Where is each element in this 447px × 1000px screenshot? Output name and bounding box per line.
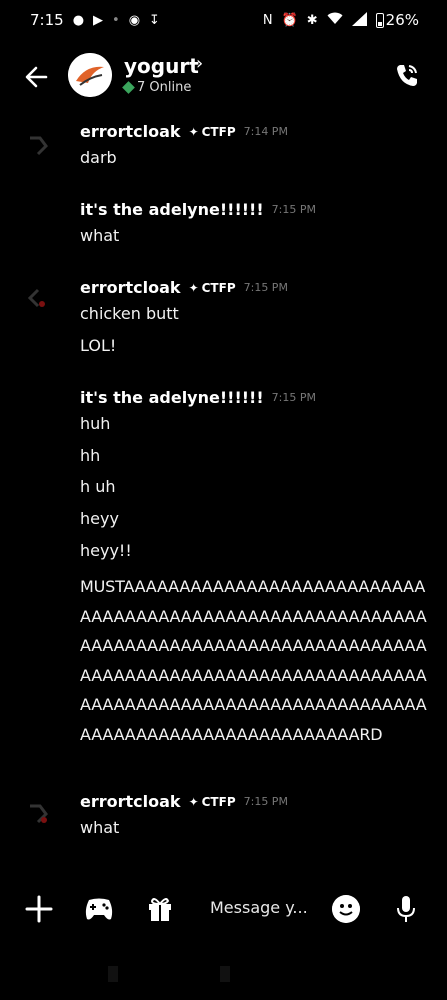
timestamp: 7:15 PM (271, 203, 316, 216)
nfc-icon: N (262, 12, 273, 28)
notification-icon: • (112, 12, 120, 28)
message-text: what (80, 226, 120, 245)
online-diamond-icon (122, 81, 135, 94)
message-composer: Message y... (0, 888, 447, 934)
message-text: hh (80, 446, 101, 465)
tag-icon: ✦ (188, 280, 199, 295)
timestamp: 7:15 PM (243, 795, 288, 808)
message-header: errortcloak ✦ CTFP 7:15 PM (80, 792, 288, 811)
timestamp: 7:15 PM (271, 391, 316, 404)
discord-icon: ◉ (128, 12, 141, 28)
nav-menu-button[interactable] (108, 966, 118, 982)
emoji-icon[interactable] (332, 895, 360, 923)
youtube-icon: ▶ (93, 12, 104, 28)
gamepad-icon[interactable] (84, 896, 114, 922)
battery-icon (375, 12, 384, 28)
message-input[interactable]: Message y... (210, 898, 308, 917)
server-tag[interactable]: ✦ CTFP (189, 125, 236, 139)
server-avatar[interactable] (68, 53, 112, 97)
mic-icon[interactable] (396, 894, 416, 924)
message-text: what (80, 818, 120, 837)
bluetooth-icon: ✱ (306, 12, 318, 28)
chat-bubble-icon: ● (72, 12, 85, 28)
nav-home-button[interactable] (220, 966, 230, 982)
username[interactable]: errortcloak (80, 122, 181, 141)
chat-header: yogurt › 7 Online (0, 48, 447, 108)
signal-icon (351, 11, 367, 29)
long-message-text: MUSTAAAAAAAAAAAAAAAAAAAAAAAAAAAAAAAAAAAA… (80, 577, 427, 744)
message-header: it's the adelyne!!!!!! 7:15 PM (80, 388, 316, 407)
server-tag[interactable]: ✦ CTFP (189, 795, 236, 809)
tag-icon: ✦ (188, 794, 199, 809)
tag-icon: ✦ (188, 124, 199, 139)
online-status: 7 Online (122, 80, 192, 95)
alarm-icon: ⏰ (281, 12, 298, 28)
plus-icon[interactable] (24, 894, 54, 924)
message-text: heyy!! (80, 541, 132, 560)
message-header: errortcloak ✦ CTFP 7:15 PM (80, 278, 288, 297)
timestamp: 7:14 PM (243, 125, 288, 138)
message-text: LOL! (80, 336, 117, 355)
battery-indicator: 26% (375, 11, 419, 29)
message-text: chicken butt (80, 304, 179, 323)
status-time: 7:15 (30, 11, 64, 29)
username[interactable]: it's the adelyne!!!!!! (80, 388, 264, 407)
username[interactable]: it's the adelyne!!!!!! (80, 200, 264, 219)
back-arrow-icon[interactable] (22, 62, 52, 92)
message-header: it's the adelyne!!!!!! 7:15 PM (80, 200, 316, 219)
channel-name[interactable]: yogurt (124, 54, 199, 78)
gift-icon[interactable] (146, 894, 174, 922)
message-text: h uh (80, 477, 116, 496)
timestamp: 7:15 PM (243, 281, 288, 294)
message-header: errortcloak ✦ CTFP 7:14 PM (80, 122, 288, 141)
message-text: darb (80, 148, 117, 167)
download-icon: ↧ (149, 12, 160, 28)
wifi-icon (327, 12, 343, 28)
status-bar: 7:15 ● ▶ • ◉ ↧ N ⏰ ✱ 26% (0, 0, 447, 40)
chevron-right-icon[interactable]: › (196, 53, 203, 74)
message-text: huh (80, 414, 111, 433)
battery-percent: 26% (385, 11, 419, 29)
username[interactable]: errortcloak (80, 278, 181, 297)
user-avatar[interactable] (24, 126, 58, 160)
system-nav-bar (0, 960, 447, 990)
call-icon[interactable] (394, 62, 420, 88)
username[interactable]: errortcloak (80, 792, 181, 811)
user-avatar[interactable] (24, 280, 58, 314)
online-count: 7 Online (137, 80, 192, 95)
message-text: heyy (80, 509, 119, 528)
server-tag[interactable]: ✦ CTFP (189, 281, 236, 295)
user-avatar[interactable] (24, 796, 58, 830)
